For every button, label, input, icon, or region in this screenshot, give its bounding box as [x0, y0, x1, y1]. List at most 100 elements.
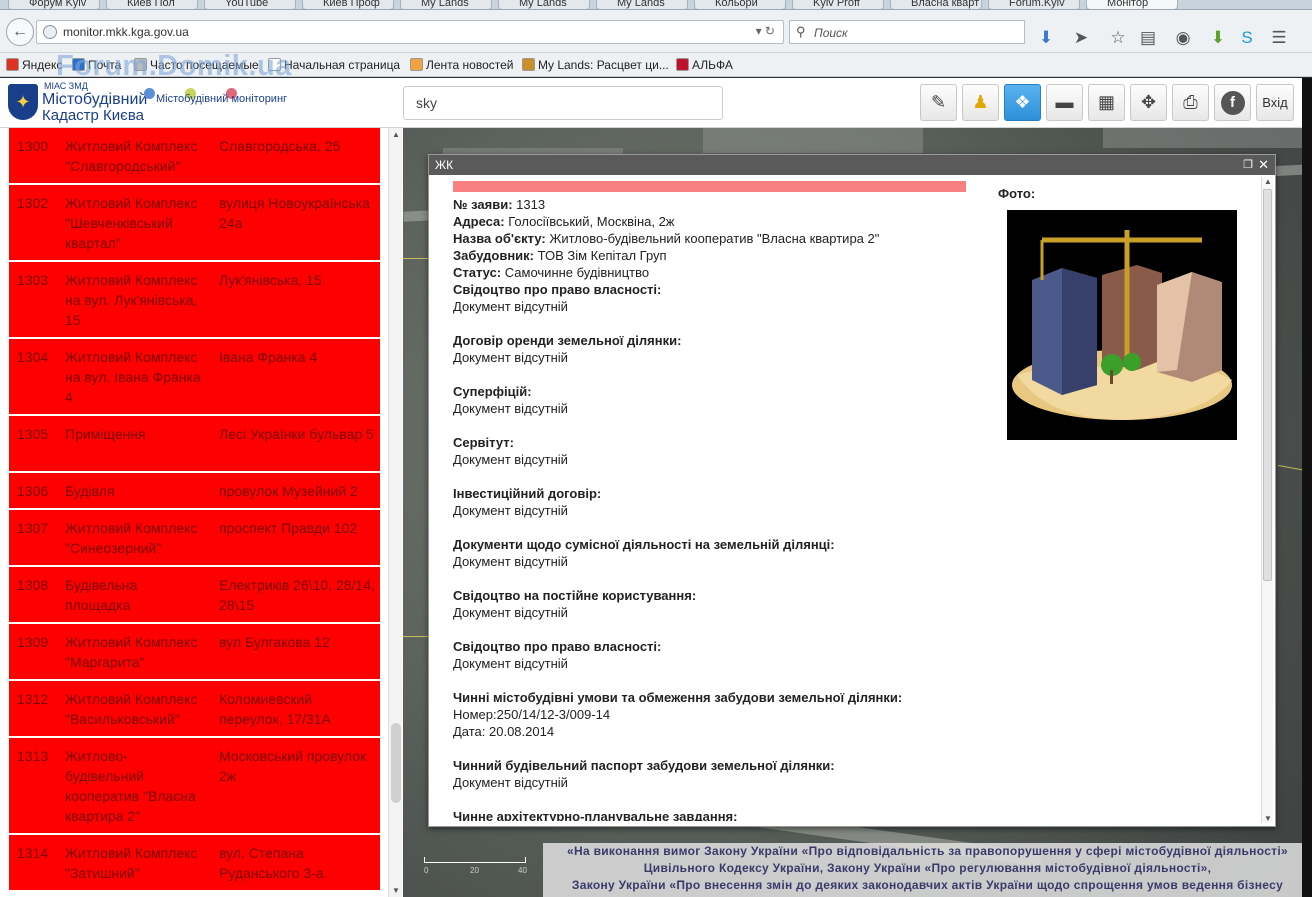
back-arrow-icon[interactable]: ← [6, 18, 34, 46]
download-arrow-icon[interactable]: ⬇ [1035, 28, 1057, 48]
bookmark-label: Лента новостей [426, 58, 514, 72]
row-address: Івана Франка 4 [219, 349, 318, 365]
scroll-up-icon[interactable]: ▲ [392, 130, 400, 139]
field-label: Забудовник: [453, 248, 535, 263]
facebook-icon[interactable]: f [1214, 84, 1251, 121]
document-label: Свідоцтво про право власності: [453, 639, 662, 654]
document-status: Документ відсутній [453, 554, 568, 569]
menu-hamburger-icon[interactable]: ☰ [1268, 28, 1290, 48]
row-address: Славгородська, 25 [219, 138, 341, 154]
popup-scroll-up-icon[interactable]: ▲ [1264, 177, 1272, 186]
list-row[interactable]: 1314 Житловий Комплекс "Затишний" вул. Сте… [9, 835, 380, 892]
list-scrollbar[interactable]: ▲ ▼ [388, 128, 402, 897]
list-row[interactable]: 1305 Приміщення Лесі Українки бульвар 5 [9, 416, 380, 473]
list-row[interactable]: 1312 Житловий Комплекс "Васильковський" Ко… [9, 681, 380, 738]
browser-tab[interactable]: Киев Проф [302, 0, 394, 9]
list-row[interactable]: 1304 Житловий Комплекс на вул. Івана Фран… [9, 339, 380, 416]
bookmark-item[interactable]: My Lands: Расцвет ци... [522, 58, 669, 72]
document-block: Свідоцтво про право власності: Документ в… [453, 281, 973, 315]
bookmark-item[interactable]: Лента новостей [410, 58, 514, 72]
login-button[interactable]: Вхід [1256, 84, 1294, 121]
url-bar[interactable]: monitor.mkk.kga.gov.ua ▾ ↻ [36, 20, 784, 44]
document-label: Свідоцтво на постійне користування: [453, 588, 697, 603]
list-row[interactable]: 1313 Житлово-будівельний кооператив "Влас… [9, 738, 380, 835]
browser-tab[interactable]: Kyiv Proff [792, 0, 884, 9]
scale-label-0: 0 [424, 866, 429, 875]
popup-scrollbar[interactable]: ▲ ▼ [1261, 177, 1273, 823]
green-download-icon[interactable]: ⬇ [1207, 28, 1229, 48]
document-block: Документи щодо сумісної діяльності на зе… [453, 536, 973, 570]
row-name: Житловий Комплекс на вул. Лук'янівська, … [65, 272, 198, 328]
list-scroll-thumb[interactable] [391, 723, 401, 803]
maximize-icon[interactable]: ❐ [1243, 155, 1253, 175]
compass-navigation-icon[interactable]: ❖ [1004, 84, 1041, 121]
reload-icon[interactable]: ▾ ↻ [756, 24, 775, 38]
document-block: Інвестиційний договір: Документ відсутній [453, 485, 973, 519]
logo-line2: Кадастр Києва [42, 107, 144, 124]
bookmark-label: АЛЬФА [692, 58, 733, 72]
list-row[interactable]: 1308 Будівельна площадка Електриків 26\10,… [9, 567, 380, 624]
browser-tab[interactable]: Киев Пол [106, 0, 198, 9]
skype-icon[interactable]: S [1236, 28, 1258, 48]
browser-tab[interactable]: YouTube [204, 0, 296, 9]
browser-tab[interactable]: My Lands [400, 0, 492, 9]
field-value: 1313 [516, 197, 546, 212]
list-row[interactable]: 1307 Житловий Комплекс "Синеозерний" просп… [9, 510, 380, 567]
move-arrows-icon[interactable]: ✥ [1130, 84, 1167, 121]
browser-tab[interactable]: My Lands [596, 0, 688, 9]
edit-icon[interactable]: ✎ [920, 84, 957, 121]
scroll-down-icon[interactable]: ▼ [392, 886, 400, 895]
browser-tab[interactable]: Форум Kyiv [8, 0, 100, 9]
close-icon[interactable]: ✕ [1258, 155, 1269, 175]
popup-scroll-down-icon[interactable]: ▼ [1264, 814, 1272, 823]
document-block: Суперфіцій: Документ відсутній [453, 383, 973, 417]
browser-tab[interactable]: Монітор [1086, 0, 1178, 9]
row-id: 1307 [17, 520, 49, 536]
document-block: Свідоцтво про право власності: Документ в… [453, 638, 973, 672]
browser-tab[interactable]: Власна кварт [890, 0, 982, 9]
browser-search-input[interactable]: ⚲ Поиск [789, 20, 1025, 44]
row-name: Житловий Комплекс "Маргарита" [65, 634, 198, 670]
popup-fields: № заяви: 1313 Адреса: Голосіївський, Моск… [453, 196, 973, 281]
star-bookmark-icon[interactable]: ☆ [1107, 28, 1129, 48]
map-search-input[interactable] [403, 86, 723, 120]
search-placeholder: Поиск [814, 26, 848, 40]
passport-block: Чинний будівельний паспорт забудови земе… [453, 757, 973, 791]
popup-title-bar[interactable]: ЖК ❐ ✕ [429, 155, 1275, 175]
pocket-icon[interactable]: ◉ [1172, 28, 1194, 48]
photo-label: Фото: [998, 186, 1036, 201]
field-value: Голосіївський, Москвіна, 2ж [508, 214, 675, 229]
send-icon[interactable]: ➤ [1070, 28, 1092, 48]
list-row[interactable]: 1302 Житловий Комплекс "Шевченківський кв… [9, 185, 380, 262]
construction-buildings-icon [1012, 230, 1232, 420]
document-status: Документ відсутній [453, 350, 568, 365]
ruler-measure-icon[interactable]: ▬ [1046, 84, 1083, 121]
conditions-number: Номер:250/14/12-3/009-14 [453, 707, 611, 722]
row-name: Житловий Комплекс "Славгородський" [65, 138, 198, 174]
browser-tab[interactable]: Forum.Kyiv [988, 0, 1080, 9]
bookmark-item[interactable]: Яндекс [6, 58, 62, 72]
bookmark-item[interactable]: АЛЬФА [676, 58, 733, 72]
list-row[interactable]: 1303 Житловий Комплекс на вул. Лук'янівсь… [9, 262, 380, 339]
street-view-person-icon[interactable]: ♟ [962, 84, 999, 121]
field-label: Статус: [453, 265, 502, 280]
document-status: Документ відсутній [453, 605, 568, 620]
list-row[interactable]: 1309 Житловий Комплекс "Маргарита" вул Бул… [9, 624, 380, 681]
print-icon[interactable]: ⎙ [1172, 84, 1209, 121]
info-field: Забудовник: ТОВ Зім Кепітал Груп [453, 247, 973, 264]
layers-tree-icon[interactable]: ▦ [1088, 84, 1125, 121]
reading-list-icon[interactable]: ▤ [1137, 28, 1159, 48]
row-name: Житловий Комплекс "Затишний" [65, 845, 198, 881]
footer-line2: Цивільного Кодексу України, Закону Украї… [643, 861, 1212, 875]
yandex-icon [6, 58, 19, 71]
row-id: 1305 [17, 426, 49, 442]
browser-tab[interactable]: My Lands [498, 0, 590, 9]
objects-list-panel: 1300 Житловий Комплекс "Славгородський" Сл… [0, 128, 403, 897]
row-name: Житловий Комплекс "Синеозерний" [65, 520, 198, 556]
browser-tab[interactable]: Кольори [694, 0, 786, 9]
list-row[interactable]: 1306 Будівля провулок Музейний 2 [9, 473, 380, 510]
passport-label: Чинний будівельний паспорт забудови земе… [453, 758, 835, 773]
popup-scroll-thumb[interactable] [1263, 189, 1272, 581]
list-row[interactable]: 1300 Житловий Комплекс "Славгородський" Сл… [9, 128, 380, 185]
document-label: Договір оренди земельної ділянки: [453, 333, 682, 348]
